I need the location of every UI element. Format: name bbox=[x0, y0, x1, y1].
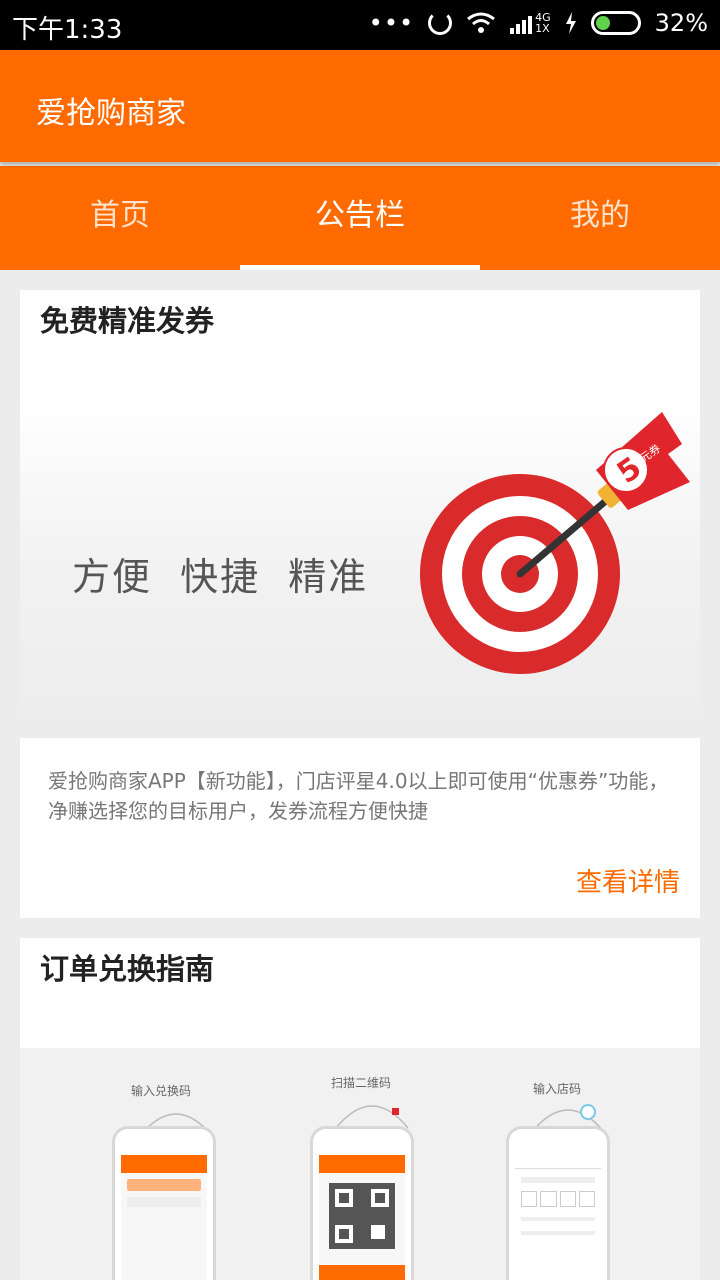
phone-screen bbox=[515, 1155, 601, 1280]
battery-icon bbox=[590, 11, 641, 35]
tab-mine[interactable]: 我的 bbox=[480, 166, 720, 270]
card-title: 订单兑换指南 bbox=[40, 952, 215, 986]
guide-step-label: 输入店码 bbox=[532, 1082, 581, 1096]
guide-banner[interactable]: 输入兑换码 扫描二维码 输入店码 bbox=[20, 1048, 700, 1280]
connector-arc-icon bbox=[335, 1105, 409, 1129]
phone-illustration bbox=[112, 1126, 216, 1280]
status-bar: 下午1:33 ••• 4G 1X 32% bbox=[0, 0, 720, 50]
phone-screen bbox=[121, 1155, 207, 1280]
network-type-bottom: 1X bbox=[535, 22, 550, 35]
tab-bulletin[interactable]: 公告栏 bbox=[240, 166, 480, 270]
tab-home[interactable]: 首页 bbox=[0, 166, 240, 270]
target-illustration: 5 元券 bbox=[420, 412, 690, 674]
app-title: 爱抢购商家 bbox=[36, 96, 186, 131]
guide-step-label: 输入兑换码 bbox=[130, 1084, 191, 1098]
status-time: 下午1:33 bbox=[12, 15, 123, 45]
phone-screen bbox=[319, 1155, 405, 1280]
phone-illustration bbox=[310, 1126, 414, 1280]
status-icons: ••• 4G 1X 32% bbox=[369, 9, 708, 37]
sync-icon bbox=[428, 11, 453, 35]
announcement-card-coupon[interactable]: 免费精准发券 方便 快捷 精准 5 元券 爱抢购商家APP【新功能】，门店评星4… bbox=[20, 290, 700, 918]
network-type: 4G 1X bbox=[535, 12, 551, 34]
phone-illustration bbox=[506, 1126, 610, 1280]
wifi-icon bbox=[467, 12, 496, 33]
banner-slogan: 方便 快捷 精准 bbox=[72, 555, 369, 599]
battery-percent: 32% bbox=[654, 9, 708, 37]
guide-step-label: 扫描二维码 bbox=[330, 1076, 391, 1090]
announcement-card-guide[interactable]: 订单兑换指南 输入兑换码 扫描二维码 输入店码 bbox=[20, 938, 700, 1280]
more-dots-icon: ••• bbox=[368, 9, 415, 37]
app-bar: 爱抢购商家 bbox=[0, 50, 720, 162]
card-title: 免费精准发券 bbox=[40, 304, 215, 338]
charging-icon bbox=[565, 12, 576, 34]
qr-code-icon bbox=[329, 1183, 395, 1249]
view-details-link[interactable]: 查看详情 bbox=[576, 862, 680, 899]
signal-group: 4G 1X bbox=[510, 12, 551, 34]
tab-bar: 首页 公告栏 我的 bbox=[0, 166, 720, 270]
announcement-description: 爱抢购商家APP【新功能】，门店评星4.0以上即可使用“优惠券”功能，净赚选择您… bbox=[48, 769, 669, 823]
coupon-banner[interactable]: 方便 快捷 精准 5 元券 bbox=[20, 398, 700, 738]
signal-icon bbox=[510, 14, 533, 34]
